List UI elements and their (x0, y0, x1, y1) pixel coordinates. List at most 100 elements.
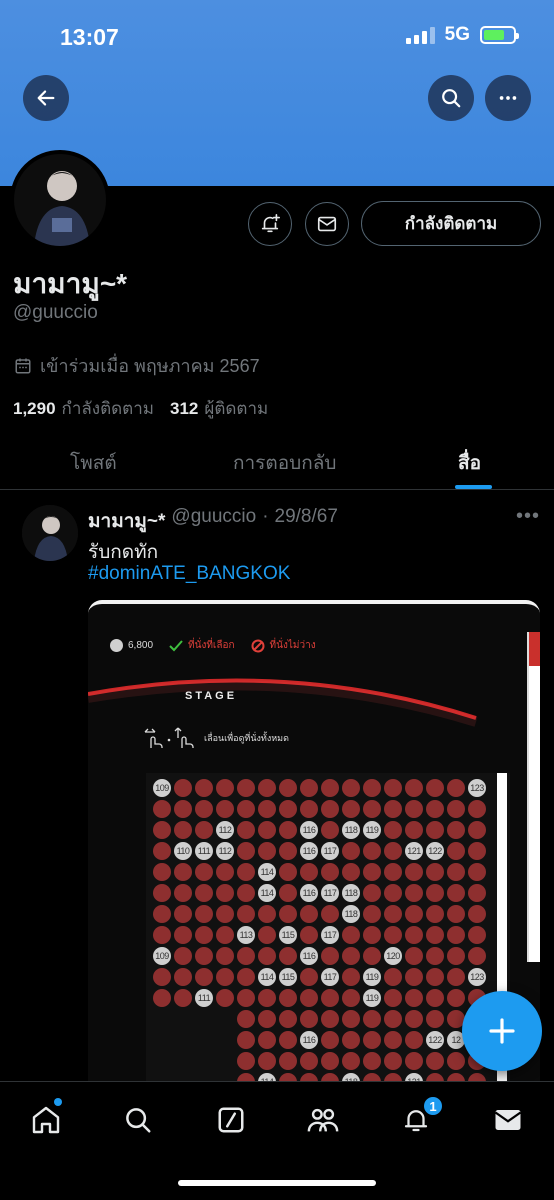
seat (405, 1052, 423, 1070)
seat (174, 821, 192, 839)
seat (216, 926, 234, 944)
post-separator: · (262, 506, 269, 527)
seat (384, 1031, 402, 1049)
message-button[interactable] (305, 202, 349, 246)
seat (468, 926, 486, 944)
seat (426, 1010, 444, 1028)
seat (153, 989, 171, 1007)
seat (153, 800, 171, 818)
mail-icon (317, 216, 337, 232)
seat (300, 863, 318, 881)
search-button[interactable] (428, 75, 474, 121)
seat: 111 (195, 989, 213, 1007)
post-author-handle[interactable]: @guuccio (171, 506, 256, 536)
seat (342, 779, 360, 797)
following-stat[interactable]: 1,290 กำลังติดตาม (13, 395, 154, 422)
seat (258, 842, 276, 860)
post-hashtag[interactable]: #dominATE_BANGKOK (88, 563, 290, 585)
nav-messages[interactable] (488, 1100, 528, 1140)
seat: 119 (363, 968, 381, 986)
seat (426, 779, 444, 797)
seat (279, 821, 297, 839)
seat (468, 884, 486, 902)
post-date[interactable]: 29/8/67 (275, 506, 338, 536)
seat (342, 926, 360, 944)
seat (363, 947, 381, 965)
nav-communities[interactable] (303, 1100, 343, 1140)
seat (363, 863, 381, 881)
more-button[interactable] (485, 75, 531, 121)
seat (216, 905, 234, 923)
status-time: 13:07 (60, 24, 119, 50)
seat (426, 905, 444, 923)
seat (405, 779, 423, 797)
seat (321, 947, 339, 965)
seat (384, 842, 402, 860)
post-header: มามามู~* @guuccio · 29/8/67 (88, 506, 338, 536)
seat: 122 (426, 1031, 444, 1049)
seat (258, 905, 276, 923)
tab-media[interactable]: สื่อ (458, 448, 481, 478)
seat (321, 1052, 339, 1070)
post-author-name[interactable]: มามามู~* (88, 506, 165, 536)
following-label: กำลังติดตาม (61, 399, 154, 418)
nav-grok[interactable] (211, 1100, 251, 1140)
seat (258, 989, 276, 1007)
profile-avatar[interactable] (10, 150, 110, 250)
seat (426, 821, 444, 839)
seat: 113 (237, 926, 255, 944)
tab-replies[interactable]: การตอบกลับ (233, 448, 336, 478)
seat (321, 1031, 339, 1049)
seat (279, 905, 297, 923)
seat (405, 989, 423, 1007)
seat: 118 (342, 821, 360, 839)
seat (447, 1052, 465, 1070)
followers-count: 312 (169, 399, 199, 418)
scroll-hint-text: เลื่อนเพื่อดูที่นั่งทั้งหมด (204, 733, 289, 743)
search-icon (442, 89, 461, 108)
seat: 116 (300, 947, 318, 965)
profile-tabs: โพสต์ การตอบกลับ สื่อ (0, 432, 554, 490)
post-more-icon[interactable]: ••• (516, 505, 540, 528)
seat (321, 989, 339, 1007)
signal-icon (405, 26, 435, 44)
seat (321, 1010, 339, 1028)
post-avatar[interactable] (22, 505, 78, 561)
seat: 119 (363, 821, 381, 839)
seat: 114 (258, 968, 276, 986)
seat: 116 (300, 821, 318, 839)
back-button[interactable] (23, 75, 69, 121)
seat (468, 863, 486, 881)
seat (279, 1031, 297, 1049)
seat (279, 989, 297, 1007)
followers-stat[interactable]: 312 ผู้ติดตาม (170, 395, 268, 422)
seat: 117 (321, 884, 339, 902)
following-button[interactable]: กำลังติดตาม (361, 201, 541, 246)
seat (363, 1052, 381, 1070)
seat (216, 968, 234, 986)
compose-button[interactable] (462, 991, 542, 1071)
seat (300, 968, 318, 986)
seat (447, 884, 465, 902)
nav-search[interactable] (118, 1100, 158, 1140)
seat (342, 989, 360, 1007)
seat (384, 779, 402, 797)
seat (363, 884, 381, 902)
seat (405, 800, 423, 818)
seat (279, 842, 297, 860)
nav-home[interactable] (26, 1100, 66, 1140)
seat (174, 863, 192, 881)
seat (174, 968, 192, 986)
seat (363, 1010, 381, 1028)
notify-button[interactable] (248, 202, 292, 246)
seat (384, 863, 402, 881)
seat (279, 1010, 297, 1028)
seat (216, 989, 234, 1007)
profile-stats: 1,290 กำลังติดตาม 312 ผู้ติดตาม (13, 395, 268, 422)
seat (342, 1031, 360, 1049)
seat (300, 989, 318, 1007)
seat (258, 779, 276, 797)
seat (153, 863, 171, 881)
tab-posts[interactable]: โพสต์ (70, 448, 117, 478)
seat (258, 1031, 276, 1049)
